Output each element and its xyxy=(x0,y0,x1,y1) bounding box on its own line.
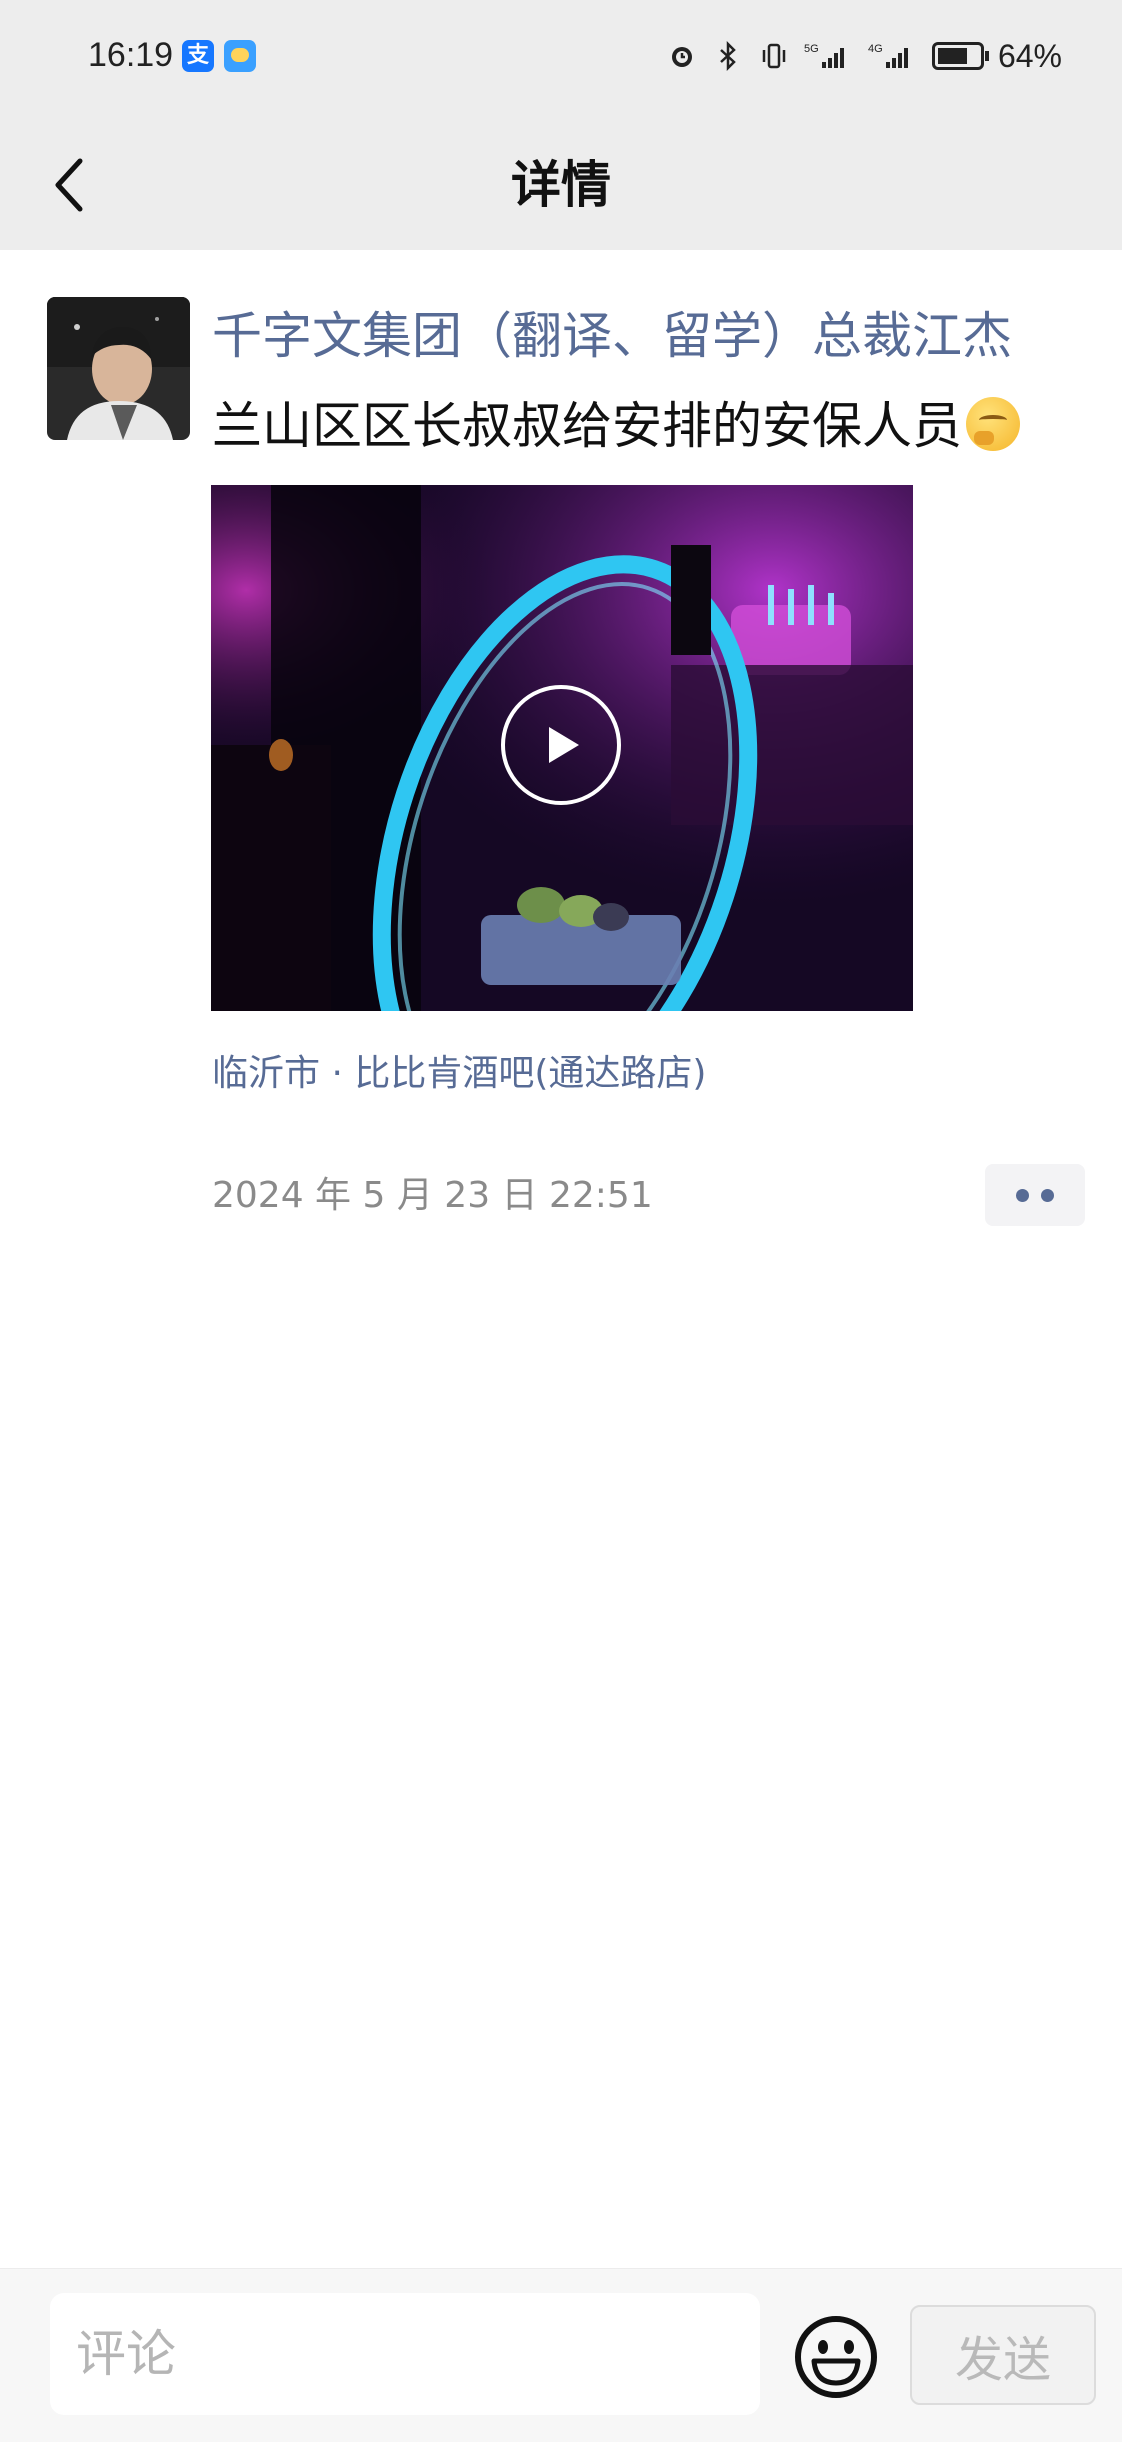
post-location[interactable]: 临沂市 · 比比肯酒吧(通达路店) xyxy=(212,1044,706,1096)
status-bar: 16:19 支 5G 4G 64% xyxy=(0,0,1122,120)
dot-icon xyxy=(1041,1188,1054,1202)
post-timestamp: 2024 年 5 月 23 日 22:51 xyxy=(212,1175,653,1216)
svg-text:5G: 5G xyxy=(804,43,819,55)
vibrate-icon xyxy=(762,43,786,69)
nav-bar: 详情 xyxy=(0,120,1122,250)
battery-icon xyxy=(931,42,989,70)
4g-signal-icon: 4G xyxy=(868,43,908,68)
status-icons: 5G 4G 64% xyxy=(666,36,1062,76)
5g-signal-icon: 5G xyxy=(804,43,844,68)
thinking-face-emoji xyxy=(966,397,1020,451)
play-icon xyxy=(549,727,579,763)
alarm-icon xyxy=(671,47,692,67)
weather-icon xyxy=(224,40,256,72)
author-avatar[interactable] xyxy=(47,297,190,440)
alipay-icon: 支 xyxy=(182,40,214,72)
more-actions-button[interactable] xyxy=(985,1164,1085,1226)
dot-icon xyxy=(1016,1188,1029,1202)
smiley-icon[interactable] xyxy=(792,2313,880,2401)
bluetooth-icon xyxy=(720,40,736,72)
comment-input[interactable] xyxy=(50,2293,760,2415)
post-text: 兰山区区长叔叔给安排的安保人员 xyxy=(212,397,962,455)
battery-percent: 64% xyxy=(997,37,1062,74)
page-title: 详情 xyxy=(511,156,611,214)
svg-text:4G: 4G xyxy=(868,43,883,55)
comment-bar: 发送 xyxy=(0,2268,1122,2442)
author-name[interactable]: 千字文集团（翻译、留学）总裁江杰 xyxy=(212,296,1012,368)
status-time: 16:19 xyxy=(88,36,174,74)
play-button[interactable] xyxy=(501,685,621,805)
send-button[interactable]: 发送 xyxy=(910,2305,1096,2405)
post-text-row: 兰山区区长叔叔给安排的安保人员 xyxy=(212,386,1020,458)
video-thumbnail[interactable] xyxy=(211,485,913,1011)
moments-detail-screen: 16:19 支 5G 4G 64% 详情 千字文集团（翻译、留学）总裁江杰 兰山… xyxy=(0,0,1122,2442)
